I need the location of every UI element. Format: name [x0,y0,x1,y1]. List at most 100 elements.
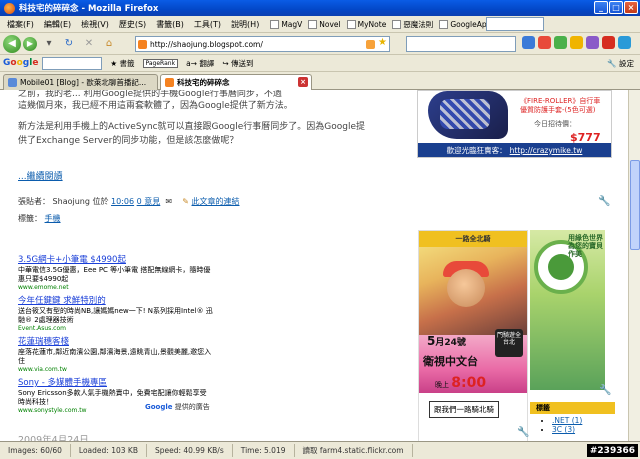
bookmark-icon [392,19,402,29]
bookmark-novel[interactable]: Novel [308,19,341,29]
tab-blog[interactable]: 科技宅的碎碎念 × [160,74,312,90]
menu-edit[interactable]: 編輯(E) [39,19,76,30]
post-footer: 張貼者： Shaojung 位於 10:06 0 意見 ✉ ✎ 此文章的連結 [18,197,240,206]
status-bar: Images: 60/60 Loaded: 103 KB Speed: 40.9… [0,441,640,459]
site-favicon [138,40,147,49]
url-bar[interactable]: http://shaojung.blogspot.com/ ★ [135,36,390,52]
tab-mobile01[interactable]: Mobile01 [Blog] - 歐萊北聊首播記... [3,74,158,90]
ads-by-google[interactable]: Google 提供的廣告 [145,402,210,412]
label-link-phone[interactable]: 手機 [45,214,61,223]
pagerank-button[interactable]: PageRank [142,58,179,68]
history-dropdown-icon[interactable]: ▾ [41,36,57,52]
list-item: 3C (3) [552,425,615,434]
extension-icon[interactable] [570,36,583,49]
extension-icon[interactable] [618,36,631,49]
wrench-icon[interactable]: 🔧 [598,196,610,207]
forward-button[interactable]: ▶ [23,36,37,51]
navigation-toolbar: ◀ ▶ ▾ ↻ ✕ ⌂ http://shaojung.blogspot.com… [0,33,640,55]
visit-counter: #239366 [586,444,638,457]
bookmark-googleapp[interactable]: GoogleApp [439,19,491,29]
crazymike-link[interactable]: http://crazymike.tw [510,146,583,155]
google-bookmarks-button[interactable]: ★ 書籤 [110,58,134,69]
ad-item[interactable]: 今年任鍵鍵 求鮮特別的 送台筱又有型的時尚NB,讓媽媽new一下! N系列採用I… [18,296,213,333]
send-to-button[interactable]: ↪ 傳送到 [222,58,253,69]
glove-ad-title: 《FIRE-ROLLER》自行車優質防護手套-(5色可選) [520,97,601,114]
bookmark-mynote[interactable]: MyNote [346,19,386,29]
star-icon[interactable]: ★ [378,37,387,48]
post-labels: 標籤： 手機 [18,214,61,223]
menu-help[interactable]: 說明(H) [226,19,264,30]
post-text-para2b: 供了Exchange Server的同步功能，但是該怎麼做呢？ [18,136,239,146]
labels-widget: 標籤 .NET (1) 3C (3) [530,402,615,441]
google-settings-button[interactable]: 🔧 設定 [607,58,634,69]
toolbar-icons [522,36,631,49]
bookmark-icon [346,19,356,29]
rss-icon[interactable] [366,40,375,49]
post-date-header: 2009年4月24日 [18,435,89,441]
bookmark-icon [439,19,449,29]
menu-tools[interactable]: 工具(T) [189,19,226,30]
stop-icon[interactable]: ✕ [81,36,97,52]
read-more-link[interactable]: ...繼續閱讀 [18,172,63,182]
post-time-link[interactable]: 10:06 [111,197,134,206]
vertical-scrollbar[interactable] [628,90,640,441]
menu-view[interactable]: 檢視(V) [76,19,114,30]
scrollbar-thumb[interactable] [630,160,640,250]
post-text-line2: 這幾個月來，我已經不用這兩套軟體了，因為Google提供了新方法。 [18,101,293,111]
extension-icon[interactable] [522,36,535,49]
menu-bookmarks[interactable]: 書籤(B) [151,19,189,30]
bookmark-magv[interactable]: MagV [270,19,302,29]
green-world-banner[interactable]: 用綠色世界為您的寶貝作美 [530,230,605,390]
edit-pencil-icon[interactable]: ✎ [182,197,189,206]
close-window-button[interactable]: × [624,1,638,14]
google-logo[interactable]: Google [3,58,38,68]
extension-icon[interactable] [602,36,615,49]
author-name: Shaojung [52,197,90,206]
maximize-button[interactable]: □ [609,1,623,14]
tab-favicon [8,78,17,87]
menu-file[interactable]: 檔案(F) [2,19,39,30]
translate-button[interactable]: a→ 翻譯 [186,58,214,69]
url-text: http://shaojung.blogspot.com/ [150,39,263,49]
search-input[interactable] [406,36,516,52]
cyclist-photo [419,247,527,335]
post-text-para2a: 新方法是利用手機上的ActiveSync就可以直接跟Google行事曆同步了。因… [18,122,366,132]
minimize-button[interactable]: _ [594,1,608,14]
bookmark-icon [308,19,318,29]
extension-icon[interactable] [586,36,599,49]
glove-image [428,91,508,139]
google-search-input[interactable] [42,56,103,70]
cycling-tv-banner[interactable]: 一路全北騎 5月24號 門騎遊全台北 衛視中文台 晚上 8:00 跟我們一路騎北… [418,230,528,441]
tab-favicon [165,78,174,87]
glove-ad-footer: 歡迎光臨狂賣客： http://crazymike.tw [418,143,611,157]
wrench-icon: 🔧 [607,59,617,68]
back-button[interactable]: ◀ [3,34,21,53]
list-item: .NET (1) [552,416,615,425]
extension-icon[interactable] [554,36,567,49]
firefox-icon [4,2,15,14]
ad-item[interactable]: 花蓮瑞穗客棧 座落花蓮市,鄰近南濱公園,鄰濱海景,遠眺青山,景觀美麗,邀您入住 … [18,337,213,374]
reload-icon[interactable]: ↻ [61,36,77,52]
post-permalink[interactable]: 此文章的連結 [192,197,240,206]
window-titlebar: 科技宅的碎碎念 - Mozilla Firefox _ □ × [0,0,640,16]
wrench-icon[interactable]: 🔧 [599,385,611,396]
banner-cta-button[interactable]: 跟我們一路騎北騎 [429,401,499,418]
page-content: 之前，我的老... 利用Google提供的手機Google行事曆同步，不過 這幾… [0,90,628,441]
sidebar-glove-ad[interactable]: 《FIRE-ROLLER》自行車優質防護手套-(5色可選) 今日招待價： $77… [417,90,612,158]
menubar: 檔案(F) 編輯(E) 檢視(V) 歷史(S) 書籤(B) 工具(T) 說明(H… [0,16,640,33]
tab-bar: Mobile01 [Blog] - 歐萊北聊首播記... 科技宅的碎碎念 × [0,72,640,90]
wrench-icon[interactable]: 🔧 [517,427,529,438]
extension-icon[interactable] [538,36,551,49]
menubar-search-input[interactable] [486,17,544,31]
ad-item[interactable]: 3.5G網卡+小筆電 $4990起 中華電信3.5G優惠，Eee PC 等小筆電… [18,255,213,292]
google-ads-block: 3.5G網卡+小筆電 $4990起 中華電信3.5G優惠，Eee PC 等小筆電… [18,255,213,419]
email-post-icon[interactable]: ✉ [165,197,172,206]
close-tab-icon[interactable]: × [298,77,308,87]
menu-history[interactable]: 歷史(S) [114,19,151,30]
home-icon[interactable]: ⌂ [101,36,117,52]
comments-link[interactable]: 0 意見 [137,197,161,206]
bookmark-devil[interactable]: 惡魔法則 [392,19,433,30]
status-message: 讀取 farm4.static.flickr.com [295,444,413,457]
window-title: 科技宅的碎碎念 - Mozilla Firefox [19,4,159,14]
google-toolbar: Google ★ 書籤 PageRank a→ 翻譯 ↪ 傳送到 🔧 設定 [0,55,640,72]
